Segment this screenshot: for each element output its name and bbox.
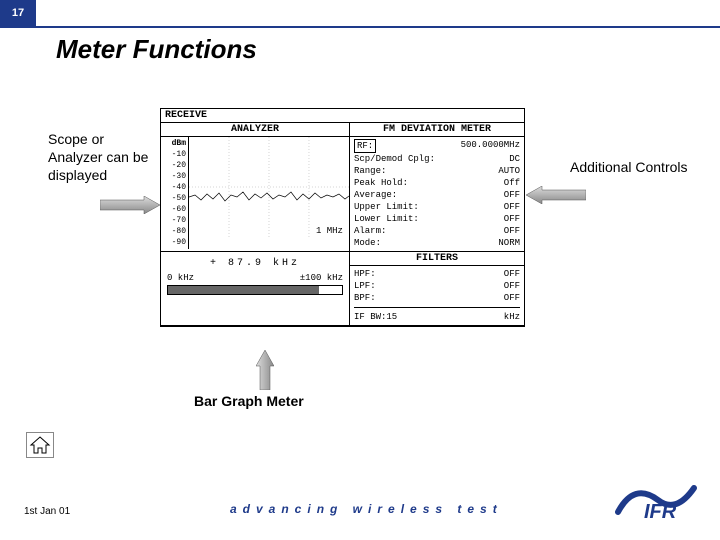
fm-title: FM DEVIATION METER [350,123,524,137]
fm-setting-row: Peak Hold:Off [354,177,520,189]
bargraph-min: 0 kHz [167,273,194,283]
annotation-right: Additional Controls [570,158,710,176]
analyzer-plot: 1 MHz [189,137,349,237]
rf-value: 500.0000MHz [461,139,520,153]
device-screenshot: RECEIVE ANALYZER dBm -10 -20 -30 -40 -50… [160,108,525,327]
if-bw-row: IF BW:15kHz [354,311,520,323]
screen-mode: RECEIVE [161,109,524,123]
filters-panel: FILTERS HPF:OFF LPF:OFF BPF:OFF IF BW:15… [350,252,524,325]
page-number: 17 [0,0,36,26]
filter-row: HPF:OFF [354,268,520,280]
fm-setting-row: Lower Limit:OFF [354,213,520,225]
fm-setting-row: Alarm:OFF [354,225,520,237]
filter-row: LPF:OFF [354,280,520,292]
footer-date: 1st Jan 01 [24,506,70,517]
bargraph-track [167,285,343,295]
analyzer-x-label: 1 MHz [316,226,343,236]
analyzer-panel: ANALYZER dBm -10 -20 -30 -40 -50 -60 -70… [161,123,350,251]
fm-deviation-panel: FM DEVIATION METER RF: 500.0000MHz Scp/De… [350,123,524,251]
fm-setting-row: Mode:NORM [354,237,520,249]
rf-label: RF: [354,139,376,153]
fm-setting-row: Scp/Demod Cplg:DC [354,153,520,165]
page-title: Meter Functions [56,34,257,65]
arrow-up-icon [256,350,274,390]
bargraph-fill [168,286,319,294]
bargraph-panel: + 87.9 kHz 0 kHz ±100 kHz [161,252,350,325]
arrow-right-icon [100,196,160,214]
fm-setting-row: Average:OFF [354,189,520,201]
svg-text:IFR: IFR [644,501,677,522]
annotation-bar-graph: Bar Graph Meter [194,392,334,410]
bargraph-reading: + 87.9 kHz [167,254,343,273]
filter-row: BPF:OFF [354,292,520,304]
annotation-left: Scope or Analyzer can be displayed [48,130,158,185]
ifr-logo: IFR [610,476,698,522]
footer-tagline: advancing wireless test [230,502,503,516]
filters-title: FILTERS [350,252,524,266]
header-bar: 17 [0,0,720,28]
bargraph-max: ±100 kHz [300,273,343,283]
home-icon[interactable] [26,432,54,458]
fm-setting-row: Range:AUTO [354,165,520,177]
arrow-left-icon [526,186,586,204]
analyzer-y-axis: dBm -10 -20 -30 -40 -50 -60 -70 -80 -90 [161,137,189,249]
fm-setting-row: Upper Limit:OFF [354,201,520,213]
analyzer-title: ANALYZER [161,123,349,137]
